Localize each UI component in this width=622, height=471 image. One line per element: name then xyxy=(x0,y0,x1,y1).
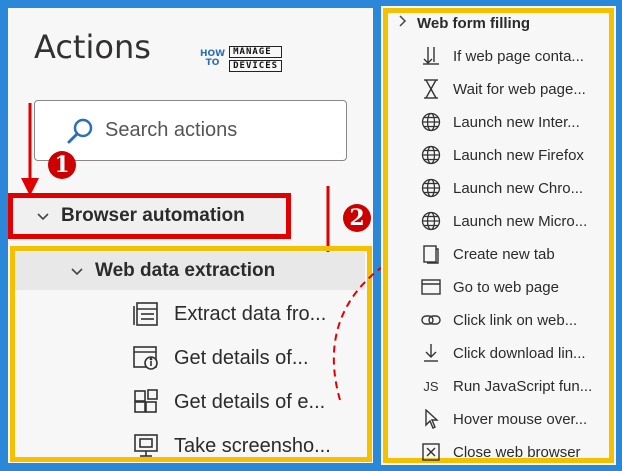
cursor-icon xyxy=(419,407,443,431)
action-label: Go to web page xyxy=(453,278,559,296)
link-icon xyxy=(419,308,443,332)
action-label: Launch new Inter... xyxy=(453,113,580,131)
close-box-icon xyxy=(419,440,443,464)
action-label: If web page conta... xyxy=(453,47,584,65)
action-item[interactable]: Click download lin... xyxy=(419,341,586,365)
action-label: Hover mouse over... xyxy=(453,410,588,428)
action-item[interactable]: If web page conta... xyxy=(419,44,584,68)
action-item[interactable]: JS Run JavaScript fun... xyxy=(419,374,592,398)
action-item[interactable]: Create new tab xyxy=(419,242,555,266)
action-label: Run JavaScript fun... xyxy=(453,377,593,395)
branch-icon xyxy=(419,44,443,68)
action-label: Close web browser xyxy=(453,443,581,461)
action-label: Click link on web... xyxy=(453,311,578,329)
globe-icon xyxy=(419,176,443,200)
action-item[interactable]: Launch new Micro... xyxy=(419,209,587,233)
action-label: Click download lin... xyxy=(453,344,586,362)
chevron-right-icon xyxy=(399,14,407,32)
web-form-filling-panel: Web form filling If web page conta... Wa… xyxy=(381,6,616,465)
download-icon xyxy=(419,341,443,365)
action-label: Wait for web page... xyxy=(453,80,586,98)
js-icon: JS xyxy=(423,378,439,394)
group-label: Web form filling xyxy=(417,14,531,32)
new-tab-icon xyxy=(419,242,443,266)
action-label: Launch new Chro... xyxy=(453,179,584,197)
globe-icon xyxy=(419,209,443,233)
action-item[interactable]: Hover mouse over... xyxy=(419,407,587,431)
action-label: Launch new Firefox xyxy=(453,146,584,164)
action-item[interactable]: Go to web page xyxy=(419,275,559,299)
action-label: Launch new Micro... xyxy=(453,212,588,230)
action-item[interactable]: Launch new Chro... xyxy=(419,176,583,200)
action-item[interactable]: Click link on web... xyxy=(419,308,577,332)
hourglass-icon xyxy=(419,77,443,101)
action-item[interactable]: Wait for web page... xyxy=(419,77,586,101)
action-item[interactable]: Close web browser xyxy=(419,440,581,464)
globe-icon xyxy=(419,110,443,134)
web-form-filling-group[interactable]: Web form filling xyxy=(399,14,530,32)
action-label: Create new tab xyxy=(453,245,555,263)
window-icon xyxy=(419,275,443,299)
action-item[interactable]: Launch new Firefox xyxy=(419,143,584,167)
globe-icon xyxy=(419,143,443,167)
action-item[interactable]: Launch new Inter... xyxy=(419,110,580,134)
